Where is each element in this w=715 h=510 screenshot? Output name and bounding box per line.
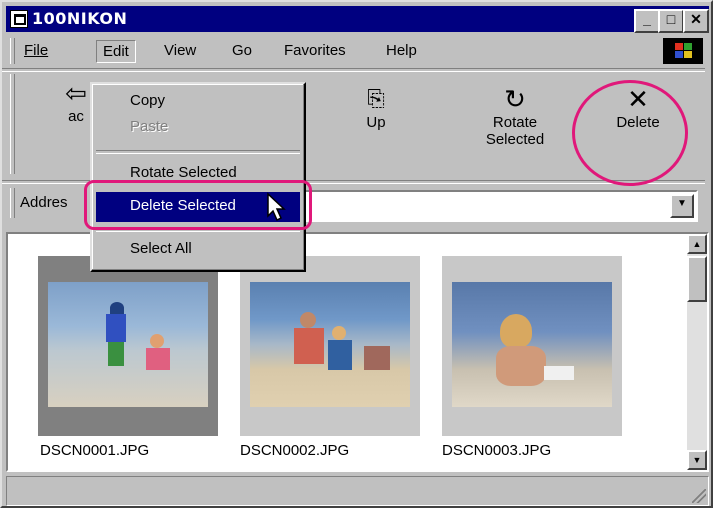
toolbar-grip[interactable] xyxy=(10,74,15,174)
menu-paste: Paste xyxy=(130,118,168,135)
scroll-down-button[interactable]: ▼ xyxy=(687,450,707,470)
rotate-label-1: Rotate xyxy=(492,114,538,131)
menu-bar: File Edit View Go Favorites Help xyxy=(6,34,709,68)
menu-select-all[interactable]: Select All xyxy=(130,240,192,257)
address-grip[interactable] xyxy=(10,188,15,218)
scroll-thumb[interactable] xyxy=(687,256,707,302)
file-thumbnail[interactable] xyxy=(240,256,420,436)
menu-favorites-label: Favorites xyxy=(284,42,346,59)
address-dropdown-button[interactable]: ▼ xyxy=(670,194,694,218)
rotate-selected-button[interactable]: ↻ Rotate Selected xyxy=(470,84,560,148)
file-name[interactable]: DSCN0002.JPG xyxy=(240,442,349,459)
edit-menu-dropdown: Copy Paste Rotate Selected Delete Select… xyxy=(90,82,306,272)
folder-icon xyxy=(10,10,28,28)
menu-help-label: Help xyxy=(386,42,417,59)
menu-copy[interactable]: Copy xyxy=(130,92,165,109)
menu-rotate-selected-label: Rotate Selected xyxy=(130,164,237,181)
address-label: Addres xyxy=(20,194,68,211)
windows-logo-icon xyxy=(663,38,703,64)
file-name[interactable]: DSCN0003.JPG xyxy=(442,442,551,459)
file-thumbnail[interactable] xyxy=(442,256,622,436)
menu-go[interactable]: Go xyxy=(232,42,252,59)
photo-image xyxy=(48,282,208,407)
menu-go-label: Go xyxy=(232,42,253,59)
rotate-icon: ↻ xyxy=(504,84,526,114)
menu-select-all-label: Select All xyxy=(130,240,192,257)
menu-view-label: View xyxy=(164,42,197,59)
file-thumbnail[interactable] xyxy=(38,256,218,436)
vertical-scrollbar[interactable]: ▲ ▼ xyxy=(687,234,707,470)
minimize-button[interactable]: _ xyxy=(634,9,660,33)
photo-image xyxy=(452,282,612,407)
up-label: Up xyxy=(366,114,386,131)
menu-edit[interactable]: Edit xyxy=(96,40,136,63)
menu-copy-label: Copy xyxy=(130,92,166,109)
status-bar xyxy=(6,476,709,506)
menu-view[interactable]: View xyxy=(164,42,196,59)
menu-file[interactable]: File xyxy=(24,42,48,59)
resize-grip-icon[interactable] xyxy=(692,489,706,503)
up-folder-icon: ⎘ xyxy=(367,86,385,111)
rotate-label-2: Selected xyxy=(485,131,545,148)
photo-image xyxy=(250,282,410,407)
menu-paste-label: Paste xyxy=(130,118,169,135)
annotation-highlight-box xyxy=(84,180,312,230)
menu-help[interactable]: Help xyxy=(386,42,417,59)
title-bar[interactable]: 100NIKON _ □ ✕ xyxy=(6,6,709,33)
up-button[interactable]: ⎘ Up xyxy=(346,84,406,131)
maximize-button[interactable]: □ xyxy=(658,9,684,33)
menu-favorites[interactable]: Favorites xyxy=(284,42,346,59)
window-title: 100NIKON xyxy=(32,9,128,28)
menu-divider xyxy=(96,150,300,154)
file-name[interactable]: DSCN0001.JPG xyxy=(40,442,149,459)
annotation-highlight-circle xyxy=(572,80,688,186)
menu-file-label: File xyxy=(24,42,49,59)
menu-rotate-selected[interactable]: Rotate Selected xyxy=(130,164,237,181)
menu-grip[interactable] xyxy=(10,38,15,64)
menu-edit-label: Edit xyxy=(103,43,129,60)
close-button[interactable]: ✕ xyxy=(683,9,709,33)
scroll-up-button[interactable]: ▲ xyxy=(687,234,707,254)
